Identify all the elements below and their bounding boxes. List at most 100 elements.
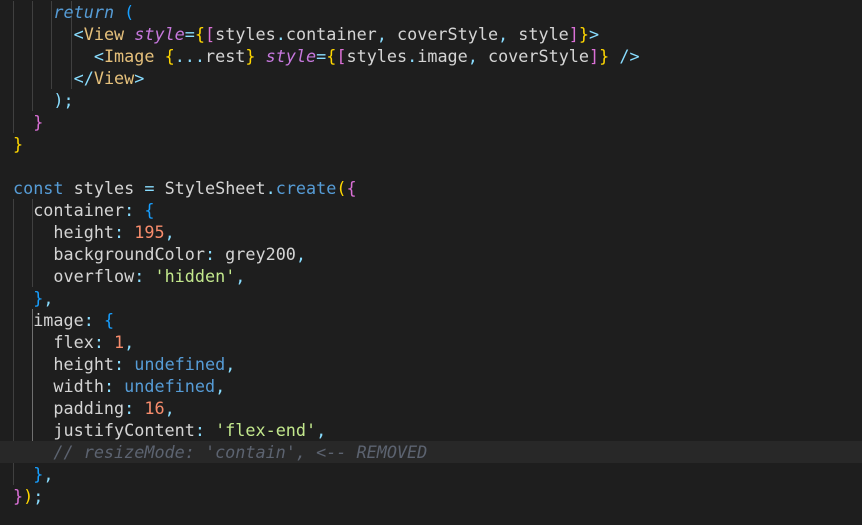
code-token: style bbox=[265, 46, 317, 66]
code-line[interactable]: <View style={[styles.container, coverSty… bbox=[0, 23, 862, 45]
code-token: View bbox=[93, 68, 135, 88]
code-line[interactable]: backgroundColor: grey200, bbox=[0, 243, 862, 265]
code-token: image bbox=[417, 46, 468, 66]
code-editor[interactable]: return ( <View style={[styles.container,… bbox=[0, 0, 862, 525]
code-token: : bbox=[114, 222, 125, 242]
code-line[interactable] bbox=[0, 155, 862, 177]
code-token: } bbox=[599, 46, 610, 66]
code-line[interactable]: <Image {...rest} style={[styles.image, c… bbox=[0, 45, 862, 67]
code-line[interactable]: } bbox=[0, 111, 862, 133]
code-line[interactable]: const styles = StyleSheet.create({ bbox=[0, 177, 862, 199]
code-token: ); bbox=[53, 90, 74, 110]
code-line[interactable]: container: { bbox=[0, 199, 862, 221]
code-token: const bbox=[13, 178, 64, 198]
code-token: , bbox=[235, 266, 246, 286]
code-token: } bbox=[33, 464, 44, 484]
code-token: , bbox=[467, 46, 478, 66]
code-token: : bbox=[93, 332, 104, 352]
code-token: coverStyle bbox=[477, 46, 590, 66]
code-token: ( bbox=[336, 178, 347, 198]
code-token: style bbox=[134, 24, 185, 44]
code-token: styles bbox=[215, 24, 276, 44]
code-token: , bbox=[164, 222, 175, 242]
code-token: , bbox=[225, 354, 236, 374]
code-token: undefined bbox=[134, 354, 226, 374]
code-line[interactable]: height: 195, bbox=[0, 221, 862, 243]
code-token: // resizeMode: 'contain', <-- REMOVED bbox=[13, 442, 428, 462]
code-token: height bbox=[13, 222, 115, 242]
code-token: > bbox=[134, 68, 145, 88]
code-token: overflow bbox=[13, 266, 135, 286]
code-line[interactable]: width: undefined, bbox=[0, 375, 862, 397]
code-token: , bbox=[43, 464, 54, 484]
code-token: 'hidden' bbox=[154, 266, 236, 286]
code-token: : bbox=[83, 310, 94, 330]
code-token: , bbox=[124, 332, 135, 352]
code-line[interactable]: overflow: 'hidden', bbox=[0, 265, 862, 287]
code-token: { bbox=[164, 46, 175, 66]
code-token: [ bbox=[205, 24, 216, 44]
code-token: container bbox=[13, 200, 125, 220]
code-token: } bbox=[578, 24, 589, 44]
code-token: Image bbox=[103, 46, 155, 66]
code-token: ( bbox=[124, 2, 135, 22]
code-token: : bbox=[124, 398, 135, 418]
code-token: container bbox=[285, 24, 377, 44]
code-token: , bbox=[215, 376, 226, 396]
code-token: ; bbox=[33, 486, 44, 506]
code-token: = bbox=[184, 24, 195, 44]
code-line[interactable]: height: undefined, bbox=[0, 353, 862, 375]
code-token: : bbox=[124, 200, 135, 220]
code-line[interactable]: return ( bbox=[0, 1, 862, 23]
code-token: < bbox=[73, 24, 84, 44]
code-token: = bbox=[144, 178, 155, 198]
code-token: </ bbox=[73, 68, 94, 88]
code-token: coverStyle bbox=[386, 24, 499, 44]
code-token: ) bbox=[23, 486, 34, 506]
code-token: : bbox=[114, 354, 125, 374]
code-line[interactable]: }); bbox=[0, 485, 862, 507]
code-token: > bbox=[589, 24, 600, 44]
code-token: . bbox=[407, 46, 418, 66]
code-line[interactable]: } bbox=[0, 133, 862, 155]
code-line[interactable]: }, bbox=[0, 287, 862, 309]
code-token: { bbox=[346, 178, 357, 198]
code-line[interactable]: }, bbox=[0, 463, 862, 485]
code-token: , bbox=[376, 24, 387, 44]
code-token: { bbox=[144, 200, 155, 220]
code-line[interactable]: // resizeMode: 'contain', <-- REMOVED bbox=[0, 441, 862, 463]
code-token: } bbox=[245, 46, 256, 66]
code-line[interactable]: flex: 1, bbox=[0, 331, 862, 353]
code-line[interactable]: padding: 16, bbox=[0, 397, 862, 419]
code-line[interactable]: justifyContent: 'flex-end', bbox=[0, 419, 862, 441]
code-token: } bbox=[33, 112, 44, 132]
code-token: 'flex-end' bbox=[215, 420, 317, 440]
code-line[interactable]: </View> bbox=[0, 67, 862, 89]
code-token: styles bbox=[63, 178, 145, 198]
code-line[interactable]: image: { bbox=[0, 309, 862, 331]
code-token: /> bbox=[609, 46, 640, 66]
code-token: backgroundColor bbox=[13, 244, 205, 264]
code-line[interactable]: ); bbox=[0, 89, 862, 111]
code-token: create bbox=[275, 178, 337, 198]
code-token: return bbox=[53, 2, 115, 22]
